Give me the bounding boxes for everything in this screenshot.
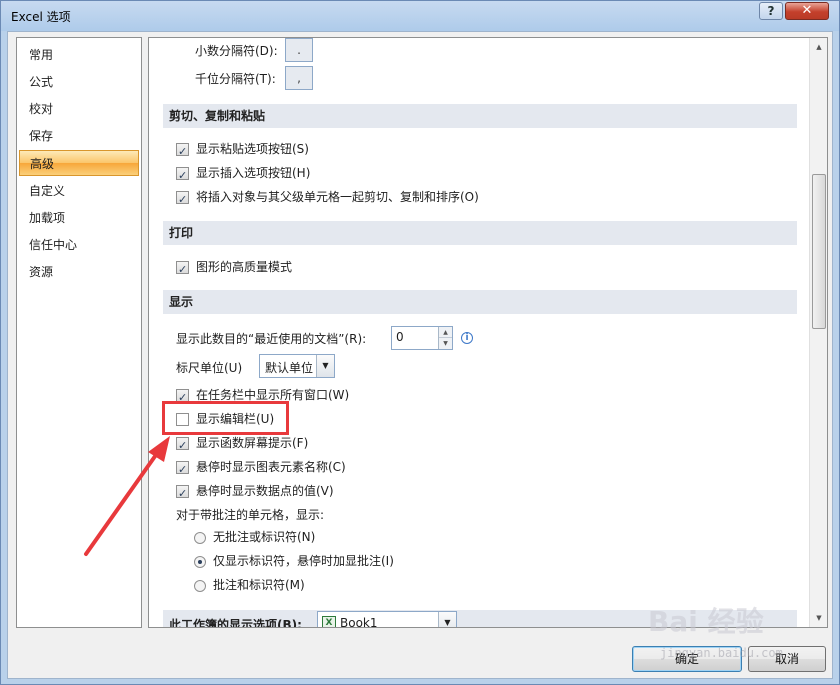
annotation-arrow-icon (84, 436, 170, 556)
watermark-logo: Bai 经验 (648, 605, 764, 638)
watermark-url: jingyan.baidu.com (660, 646, 783, 660)
